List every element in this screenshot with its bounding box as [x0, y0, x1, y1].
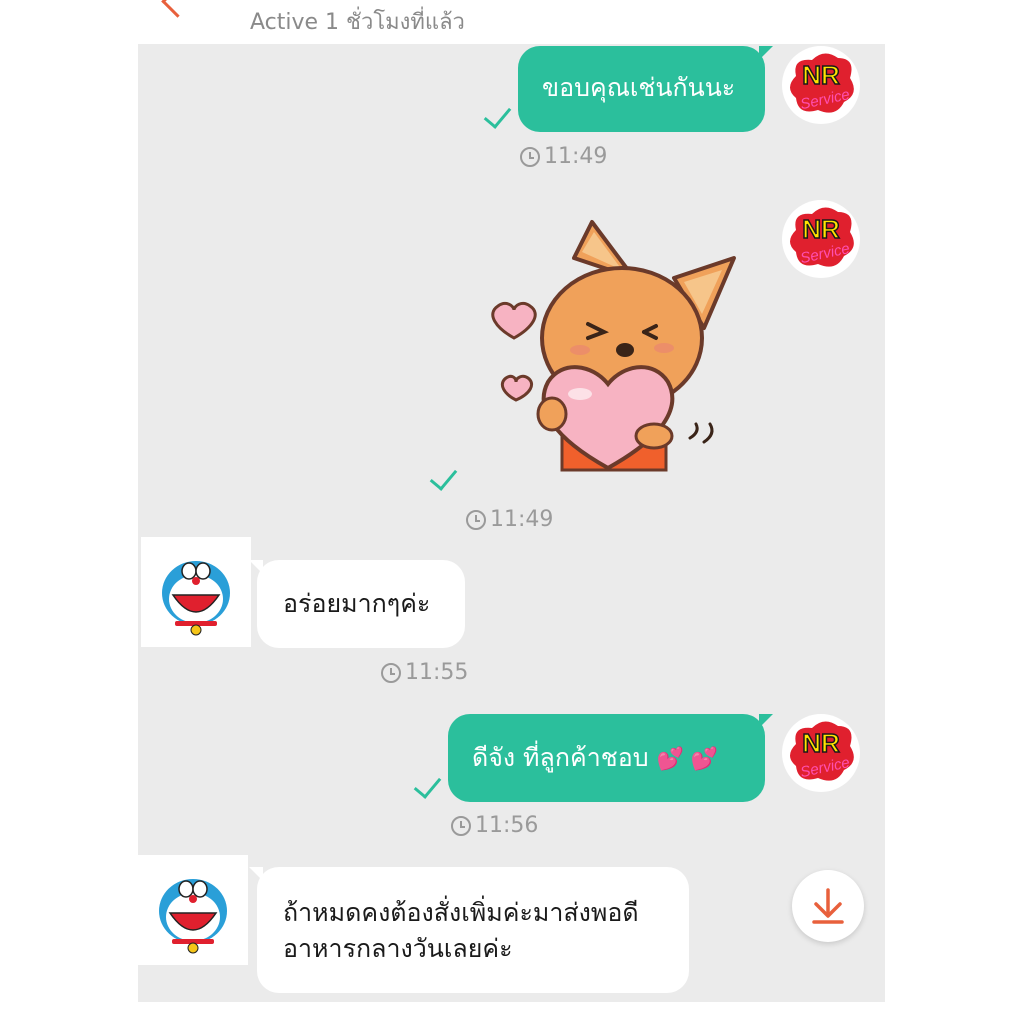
clock-icon: [451, 815, 471, 836]
message-time: 11:55: [381, 660, 468, 685]
message-bubble-incoming[interactable]: ถ้าหมดคงต้องสั่งเพิ่มค่ะมาส่งพอดี อาหารก…: [249, 867, 689, 993]
clock-icon: [466, 509, 486, 530]
customer-avatar[interactable]: [141, 537, 251, 647]
time-label: 11:49: [490, 507, 554, 532]
sender-avatar[interactable]: NR Service: [782, 46, 860, 124]
sender-avatar[interactable]: NR Service: [782, 200, 860, 278]
emoji-hearts: 💕 💕: [656, 747, 719, 772]
message-bubble-outgoing[interactable]: ขอบคุณเช่นกันนะ: [518, 46, 773, 132]
svg-text:NR: NR: [802, 214, 840, 244]
message-text-line: อาหารกลางวันเลยค่ะ: [283, 934, 513, 963]
time-label: 11:56: [475, 813, 539, 838]
message-bubble-outgoing[interactable]: ดีจัง ที่ลูกค้าชอบ 💕 💕: [448, 714, 773, 802]
download-button[interactable]: [792, 870, 864, 942]
back-arrow-icon[interactable]: [161, 0, 194, 18]
message-text-line: ถ้าหมดคงต้องสั่งเพิ่มค่ะมาส่งพอดี: [283, 898, 639, 927]
message-text: ขอบคุณเช่นกันนะ: [542, 73, 736, 102]
clock-icon: [520, 146, 540, 167]
corgi-sticker[interactable]: [484, 218, 744, 484]
message-bubble-incoming[interactable]: อร่อยมากๆค่ะ: [249, 560, 465, 648]
message-text: อร่อยมากๆค่ะ: [283, 589, 431, 618]
time-label: 11:49: [544, 144, 608, 169]
message-time: 11:49: [520, 144, 607, 169]
customer-avatar[interactable]: [138, 855, 248, 965]
svg-text:NR: NR: [802, 728, 840, 758]
message-text: ดีจัง ที่ลูกค้าชอบ: [472, 743, 649, 772]
download-icon: [812, 888, 844, 924]
time-label: 11:55: [405, 660, 469, 685]
sender-avatar[interactable]: NR Service: [782, 714, 860, 792]
message-time: 11:49: [466, 507, 553, 532]
message-time: 11:56: [451, 813, 538, 838]
svg-text:NR: NR: [802, 60, 840, 90]
active-status: Active 1 ชั่วโมงที่แล้ว: [250, 10, 465, 35]
clock-icon: [381, 662, 401, 683]
